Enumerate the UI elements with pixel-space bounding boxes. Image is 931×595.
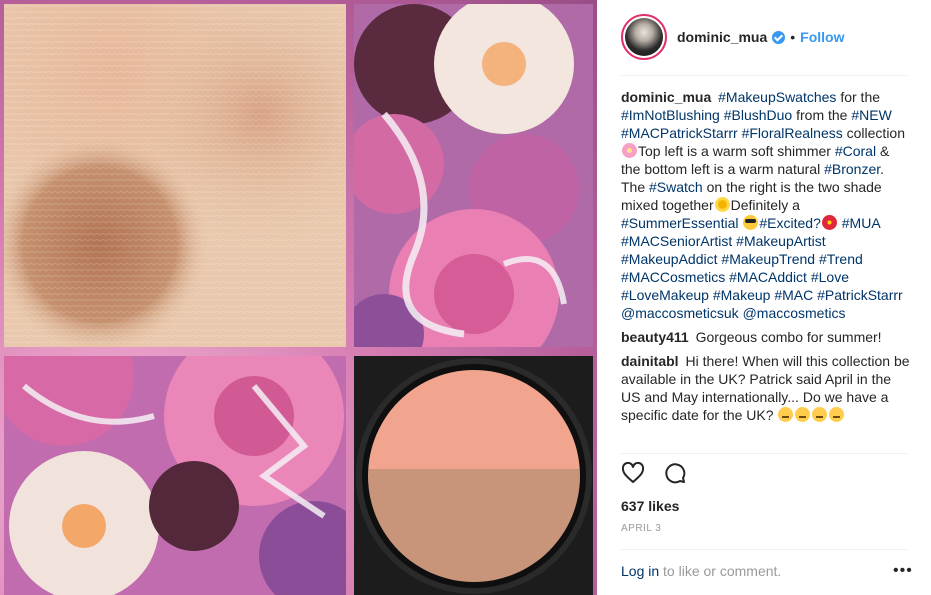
login-prompt: Log in to like or comment. (621, 563, 781, 579)
hashtag-link[interactable]: #Trend (819, 251, 863, 267)
caption-username[interactable]: dominic_mua (621, 89, 711, 105)
divider (621, 549, 907, 550)
comment-username[interactable]: beauty411 (621, 329, 689, 345)
face-emoji-icon (795, 407, 811, 422)
cool-emoji-icon (743, 215, 759, 230)
comments-fade (621, 446, 907, 458)
mention-link[interactable]: @maccosmetics (743, 305, 846, 321)
face-emoji-icon (778, 407, 794, 422)
floral-packaging-image (354, 4, 593, 347)
divider (621, 75, 907, 76)
avatar-photo (625, 18, 663, 56)
hashtag-link[interactable]: #PatrickStarrr (817, 287, 903, 303)
header-separator: • (790, 29, 796, 45)
text-segment: from the (792, 107, 852, 123)
hashtag-link[interactable]: #MACCosmetics (621, 269, 725, 285)
post-sidebar: dominic_mua • Follow dominic_mua #Makeup… (597, 0, 931, 595)
hashtag-link[interactable]: #SummerEssential (621, 215, 739, 231)
hashtag-link[interactable]: #MAC (774, 287, 813, 303)
hashtag-link[interactable]: #Makeup (713, 287, 771, 303)
likes-count[interactable]: 637 likes (621, 498, 679, 514)
hashtag-link[interactable]: #MakeupArtist (736, 233, 825, 249)
verified-badge-icon (772, 30, 786, 44)
author-username[interactable]: dominic_mua (677, 29, 767, 45)
hashtag-link[interactable]: #MACAddict (729, 269, 807, 285)
hashtag-link[interactable]: #MakeupTrend (721, 251, 815, 267)
comment-text: Gorgeous combo for summer! (692, 329, 882, 345)
hashtag-link[interactable]: #Bronzer (824, 161, 880, 177)
follow-button[interactable]: Follow (800, 29, 844, 45)
heart-icon[interactable] (621, 461, 645, 490)
caption-text: #MakeupSwatches for the #ImNotBlushing #… (621, 89, 905, 321)
hashtag-link[interactable]: #MakeupSwatches (718, 89, 836, 105)
hashtag-link[interactable]: #ImNotBlushing (621, 107, 720, 123)
text-segment: Gorgeous combo for summer! (695, 329, 882, 345)
post-photo[interactable] (0, 0, 597, 595)
text-segment: collection (842, 125, 906, 141)
text-segment (739, 215, 743, 231)
hashtag-link[interactable]: #BlushDuo (724, 107, 793, 123)
comment-bubble-icon[interactable] (663, 461, 687, 490)
caption: dominic_mua #MakeupSwatches for the #ImN… (621, 88, 911, 322)
post-header: dominic_mua • Follow (621, 13, 907, 61)
comment-item: beauty411 Gorgeous combo for summer! (621, 328, 911, 346)
divider (621, 453, 907, 454)
post-date[interactable]: APRIL 3 (621, 523, 661, 534)
comments-list: dominic_mua #MakeupSwatches for the #ImN… (621, 88, 911, 430)
hashtag-link[interactable]: #Coral (835, 143, 876, 159)
hashtag-link[interactable]: #MakeupAddict (621, 251, 718, 267)
action-bar (621, 461, 705, 490)
hashtag-link[interactable]: #Swatch (649, 179, 703, 195)
hashtag-link[interactable]: #MACPatrickStarrr (621, 125, 738, 141)
blush-duo-compact-image (354, 356, 593, 595)
hib-emoji-icon (821, 215, 837, 230)
sun-emoji-icon (714, 197, 730, 212)
face-emoji-icon (829, 407, 845, 422)
text-segment: for the (836, 89, 881, 105)
hashtag-link[interactable]: #Love (811, 269, 849, 285)
floral-packaging-image (4, 356, 346, 595)
mention-link[interactable]: @maccosmeticsuk (621, 305, 739, 321)
login-link[interactable]: Log in (621, 563, 659, 579)
login-prompt-text: to like or comment. (659, 563, 782, 579)
text-segment: Top left is a warm soft shimmer (638, 143, 835, 159)
hashtag-link[interactable]: #Excited? (759, 215, 820, 231)
blossom-emoji-icon (622, 143, 637, 158)
hashtag-link[interactable]: #MUA (842, 215, 880, 231)
text-segment: Definitely a (730, 197, 800, 213)
face-emoji-icon (812, 407, 828, 422)
more-options-icon[interactable]: ••• (893, 563, 913, 579)
swatch-closeup-image (4, 4, 346, 347)
hashtag-link[interactable]: #FloralRealness (742, 125, 843, 141)
comment-item: dainitabl Hi there! When will this colle… (621, 352, 911, 424)
avatar[interactable] (621, 14, 667, 60)
hashtag-link[interactable]: #LoveMakeup (621, 287, 709, 303)
hashtag-link[interactable]: #NEW (851, 107, 891, 123)
comment-username[interactable]: dainitabl (621, 353, 679, 369)
hashtag-link[interactable]: #MACSeniorArtist (621, 233, 732, 249)
